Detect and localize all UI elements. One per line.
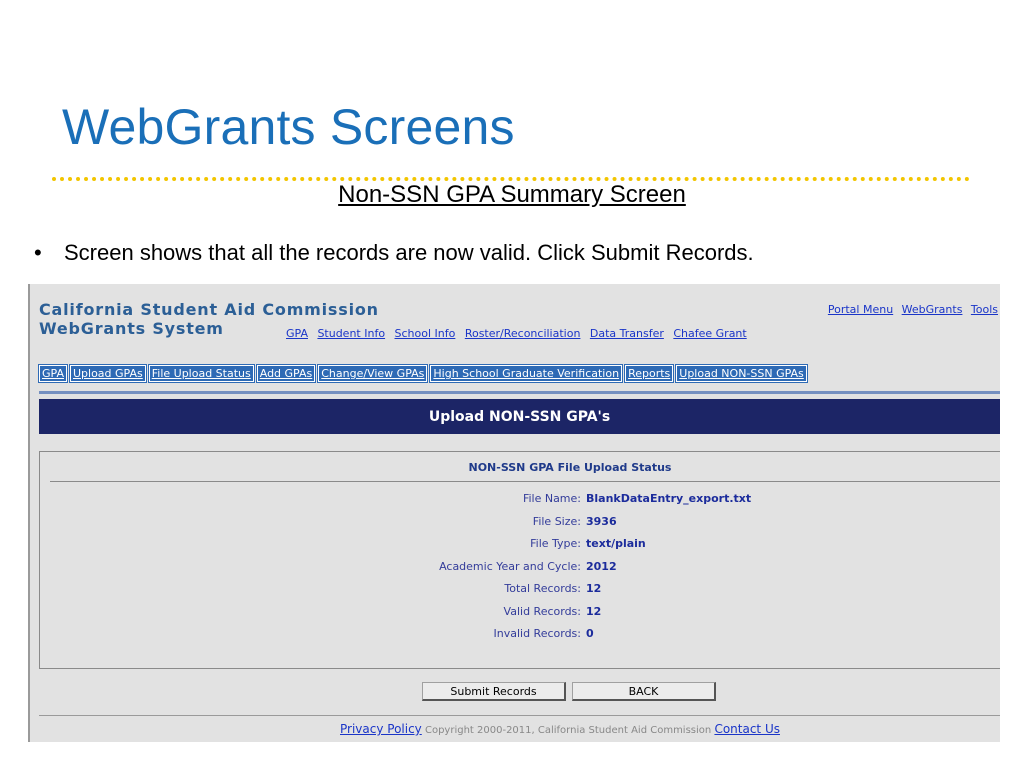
field-label: Valid Records: [503, 604, 581, 618]
field-label: Academic Year and Cycle: [439, 559, 581, 573]
sub-nav: GPA Upload GPAs File Upload Status Add G… [38, 364, 810, 383]
link-webgrants[interactable]: WebGrants [902, 303, 963, 316]
field-label: File Name: [522, 492, 581, 505]
field-total-records: Total Records: 12 [40, 582, 840, 598]
nav-student-info[interactable]: Student Info [317, 327, 385, 340]
nav-divider [39, 391, 1000, 394]
subnav-upload-non-ssn-gpas[interactable]: Upload NON-SSN GPAs [675, 364, 808, 383]
field-value: 12 [586, 582, 602, 595]
panel-divider [50, 481, 1000, 482]
field-invalid-records: Invalid Records: 0 [40, 627, 840, 643]
subnav-reports[interactable]: Reports [624, 364, 675, 383]
subnav-gpa[interactable]: GPA [38, 364, 68, 383]
contact-us-link[interactable]: Contact Us [714, 722, 780, 736]
nav-data-transfer[interactable]: Data Transfer [590, 327, 664, 340]
field-value: 12 [586, 604, 602, 618]
field-value: 0 [586, 627, 594, 640]
submit-records-button[interactable]: Submit Records [422, 682, 566, 701]
footer: Privacy Policy Copyright 2000-2011, Cali… [30, 722, 1000, 736]
footer-divider [39, 715, 1000, 716]
page-banner: Upload NON-SSN GPA's [39, 399, 1000, 434]
subnav-file-upload-status[interactable]: File Upload Status [147, 364, 255, 383]
field-file-size: File Size: 3936 [40, 515, 840, 531]
link-portal-menu[interactable]: Portal Menu [828, 303, 893, 316]
copyright-text: Copyright 2000-2011, California Student … [424, 725, 712, 736]
field-file-name: File Name: BlankDataEntry_export.txt [40, 492, 840, 508]
field-label: Invalid Records: [493, 627, 581, 640]
nav-gpa[interactable]: GPA [286, 327, 308, 340]
field-value: BlankDataEntry_export.txt [586, 492, 752, 505]
bullet-marker: • [34, 240, 42, 265]
field-valid-records: Valid Records: 12 [40, 605, 840, 621]
privacy-policy-link[interactable]: Privacy Policy [340, 722, 422, 736]
nav-school-info[interactable]: School Info [395, 327, 456, 340]
bullet-point: • Screen shows that all the records are n… [34, 240, 754, 266]
field-file-type: File Type: text/plain [40, 537, 840, 553]
subnav-change-view-gpas[interactable]: Change/View GPAs [317, 364, 429, 383]
back-button[interactable]: BACK [572, 682, 716, 701]
field-value: 3936 [586, 514, 617, 528]
panel-title: NON-SSN GPA File Upload Status [468, 461, 672, 474]
webgrants-screenshot: California Student Aid Commission WebGra… [28, 284, 1000, 742]
nav-chafee-grant[interactable]: Chafee Grant [673, 327, 746, 340]
subnav-upload-gpas[interactable]: Upload GPAs [68, 364, 147, 383]
slide-title: WebGrants Screens [62, 99, 515, 155]
upload-status-panel: NON-SSN GPA File Upload Status File Name… [39, 451, 1000, 669]
nav-roster-reconciliation[interactable]: Roster/Reconciliation [465, 327, 581, 340]
field-label: File Type: [530, 537, 581, 550]
field-value: 2012 [586, 559, 617, 573]
top-links: Portal Menu WebGrants Tools [824, 300, 998, 318]
link-tools[interactable]: Tools [971, 303, 998, 316]
field-academic-year-cycle: Academic Year and Cycle: 2012 [40, 560, 840, 576]
main-nav: GPA Student Info School Info Roster/Reco… [286, 324, 752, 342]
bullet-text: Screen shows that all the records are no… [64, 240, 754, 265]
field-value: text/plain [586, 537, 646, 550]
system-name: WebGrants System [39, 319, 224, 338]
field-label: Total Records: [504, 582, 581, 595]
org-name: California Student Aid Commission [39, 300, 379, 319]
page-banner-title: Upload NON-SSN GPA's [428, 408, 611, 425]
subnav-hs-graduate-verification[interactable]: High School Graduate Verification [429, 364, 624, 383]
subnav-add-gpas[interactable]: Add GPAs [255, 364, 317, 383]
field-label: File Size: [532, 514, 581, 528]
slide-subtitle: Non-SSN GPA Summary Screen [338, 181, 686, 208]
